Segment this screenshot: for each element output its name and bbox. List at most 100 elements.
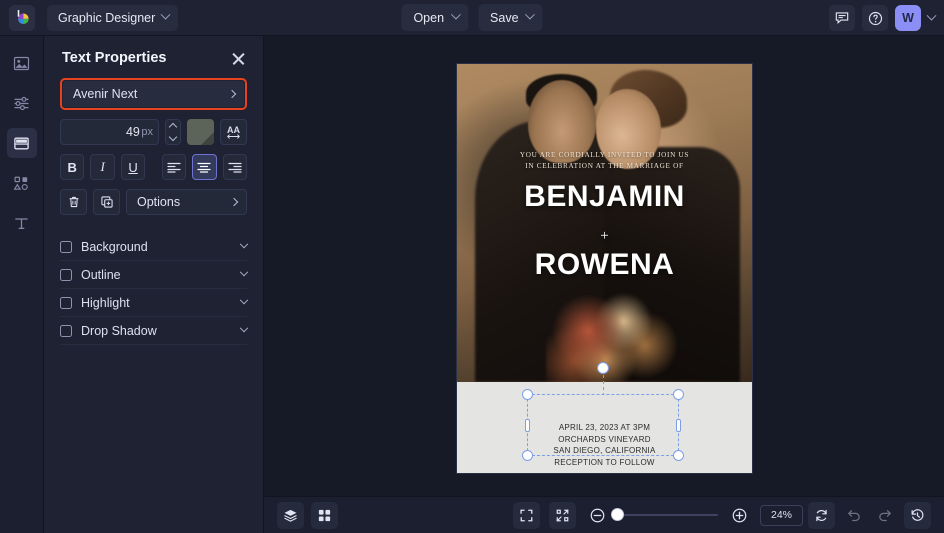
history-controls-group: [808, 502, 931, 529]
text-effects-list: Background Outline Highlight Drop Shadow: [60, 233, 247, 345]
history-icon: [910, 508, 925, 523]
background-checkbox[interactable]: [60, 241, 72, 253]
outline-checkbox[interactable]: [60, 269, 72, 281]
drop-shadow-checkbox[interactable]: [60, 325, 72, 337]
zoom-controls-group: 24%: [513, 502, 803, 529]
align-center-icon: [197, 162, 211, 173]
comment-icon: [835, 11, 849, 25]
bold-label: B: [68, 160, 77, 175]
canvas-stage[interactable]: YOU ARE CORDIALLY INVITED TO JOIN US IN …: [264, 36, 944, 496]
shrink-icon: [555, 508, 570, 523]
outline-label: Outline: [81, 268, 232, 282]
chevron-down-icon: [240, 267, 248, 275]
selection-bounding-box[interactable]: [527, 394, 679, 456]
sidebar-item-adjust-tool[interactable]: [7, 88, 37, 118]
resize-handle-bottom-left[interactable]: [522, 450, 533, 461]
underline-label: U: [128, 160, 137, 175]
align-center-button[interactable]: [192, 154, 216, 180]
design-canvas[interactable]: YOU ARE CORDIALLY INVITED TO JOIN US IN …: [457, 64, 752, 473]
zoom-out-icon: [589, 507, 606, 524]
resize-handle-top-right[interactable]: [673, 389, 684, 400]
accordion-drop-shadow[interactable]: Drop Shadow: [60, 317, 247, 345]
letter-spacing-button[interactable]: AA: [220, 119, 247, 145]
invite-line-1: YOU ARE CORDIALLY INVITED TO JOIN US: [457, 150, 752, 161]
chevron-right-icon: [228, 90, 236, 98]
sidebar-item-text-tool[interactable]: [7, 208, 37, 238]
chevron-up-icon[interactable]: [169, 123, 177, 131]
rotate-handle[interactable]: [597, 362, 609, 374]
grid-icon: [317, 508, 332, 523]
delete-button[interactable]: [60, 189, 87, 215]
font-family-selector[interactable]: Avenir Next: [63, 81, 244, 107]
font-size-stepper[interactable]: [165, 119, 181, 145]
accordion-highlight[interactable]: Highlight: [60, 289, 247, 317]
panel-header: Text Properties: [44, 36, 263, 66]
resize-handle-bottom-right[interactable]: [673, 450, 684, 461]
layers-button[interactable]: [277, 502, 304, 529]
undo-button[interactable]: [842, 503, 866, 527]
align-left-icon: [167, 162, 181, 173]
highlight-label: Highlight: [81, 296, 232, 310]
zoom-slider-handle[interactable]: [611, 508, 624, 521]
font-size-input[interactable]: 49 px: [60, 119, 159, 145]
options-label: Options: [137, 195, 180, 209]
align-left-button[interactable]: [162, 154, 186, 180]
user-menu-chevron-down-icon[interactable]: [927, 10, 937, 20]
sidebar-item-shapes-tool[interactable]: [7, 168, 37, 198]
chevron-down-icon: [525, 10, 535, 20]
fit-screen-icon: [519, 508, 534, 523]
open-label: Open: [413, 11, 444, 25]
refresh-button[interactable]: [808, 502, 835, 529]
fit-screen-button[interactable]: [513, 502, 540, 529]
duplicate-icon: [100, 195, 114, 209]
redo-button[interactable]: [873, 503, 897, 527]
plus-symbol-text[interactable]: +: [457, 228, 752, 245]
font-size-row: 49 px AA: [60, 119, 247, 145]
app-logo-button[interactable]: [9, 5, 35, 31]
sidebar-item-layout-tool[interactable]: [7, 128, 37, 158]
duplicate-button[interactable]: [93, 189, 120, 215]
font-selector-highlight: Avenir Next: [60, 78, 247, 110]
resize-handle-left[interactable]: [525, 419, 530, 432]
text-actions-row: Options: [60, 189, 247, 215]
top-bar-center-actions: Open Save: [401, 4, 542, 31]
italic-label: I: [100, 159, 104, 175]
comment-button[interactable]: [829, 5, 855, 31]
history-button[interactable]: [904, 502, 931, 529]
zoom-in-button[interactable]: [727, 503, 751, 527]
user-avatar[interactable]: W: [895, 5, 921, 31]
save-dropdown-button[interactable]: Save: [478, 4, 543, 31]
align-right-icon: [228, 162, 242, 173]
text-color-swatch[interactable]: [187, 119, 214, 145]
resize-handle-right[interactable]: [676, 419, 681, 432]
resize-handle-top-left[interactable]: [522, 389, 533, 400]
zoom-in-icon: [731, 507, 748, 524]
align-right-button[interactable]: [223, 154, 247, 180]
accordion-background[interactable]: Background: [60, 233, 247, 261]
bride-name-text[interactable]: ROWENA: [457, 248, 752, 282]
highlight-checkbox[interactable]: [60, 297, 72, 309]
top-bar-right-actions: W: [829, 0, 935, 36]
italic-button[interactable]: I: [90, 154, 114, 180]
shrink-to-fit-button[interactable]: [549, 502, 576, 529]
invitation-intro-text[interactable]: YOU ARE CORDIALLY INVITED TO JOIN US IN …: [457, 150, 752, 172]
groom-name-text[interactable]: BENJAMIN: [457, 180, 752, 214]
tool-rail: [0, 36, 44, 533]
zoom-slider[interactable]: [618, 514, 718, 516]
format-divider: [151, 154, 155, 180]
open-dropdown-button[interactable]: Open: [401, 4, 468, 31]
grid-button[interactable]: [311, 502, 338, 529]
bold-button[interactable]: B: [60, 154, 84, 180]
zoom-level-badge[interactable]: 24%: [760, 505, 803, 526]
close-icon[interactable]: [231, 51, 246, 66]
wedding-photo[interactable]: YOU ARE CORDIALLY INVITED TO JOIN US IN …: [457, 64, 752, 382]
sidebar-item-image-tool[interactable]: [7, 48, 37, 78]
help-button[interactable]: [862, 5, 888, 31]
refresh-icon: [814, 508, 829, 523]
underline-button[interactable]: U: [121, 154, 145, 180]
zoom-out-button[interactable]: [585, 503, 609, 527]
chevron-down-icon[interactable]: [169, 133, 177, 141]
accordion-outline[interactable]: Outline: [60, 261, 247, 289]
options-button[interactable]: Options: [126, 189, 247, 215]
project-name-dropdown[interactable]: Graphic Designer: [47, 5, 178, 31]
